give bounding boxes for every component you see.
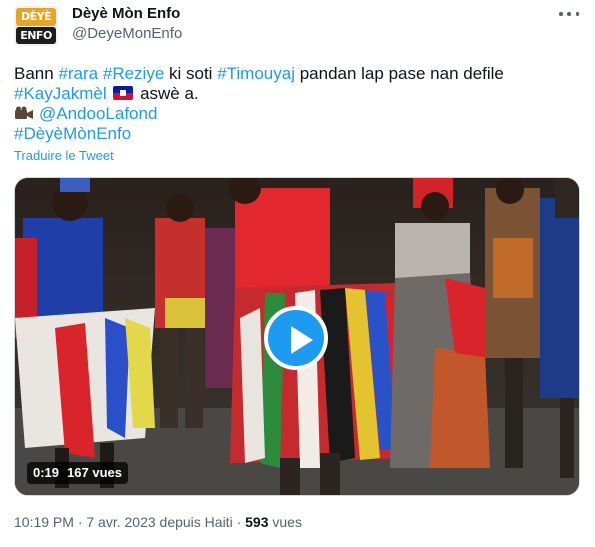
video-player[interactable]: 0:19 167 vues bbox=[14, 177, 580, 496]
more-options-icon[interactable] bbox=[559, 8, 579, 20]
author-display-name[interactable]: Dèyè Mòn Enfo bbox=[72, 5, 180, 22]
avatar[interactable]: DÈYÈ MÒN ENFO bbox=[14, 6, 58, 46]
play-icon bbox=[291, 326, 313, 354]
tweet-timestamp[interactable]: 10:19 PM · 7 avr. 2023 depuis Haiti · bbox=[14, 514, 245, 530]
tweet-views-label: vues bbox=[268, 514, 302, 530]
video-camera-icon bbox=[14, 105, 34, 119]
tweet-text-segment: Bann bbox=[14, 64, 59, 83]
hashtag-rara[interactable]: #rara bbox=[58, 64, 98, 83]
hashtag-kayjakmel[interactable]: #KayJakmèl bbox=[14, 84, 107, 103]
avatar-logo-bottom: ENFO bbox=[16, 27, 56, 44]
hashtag-deyemonenfo[interactable]: #DèyèMònEnfo bbox=[14, 124, 131, 143]
mention-andoolafond[interactable]: @AndooLafond bbox=[39, 104, 157, 123]
video-view-count: 167 vues bbox=[67, 465, 122, 480]
hashtag-timouyaj[interactable]: #Timouyaj bbox=[217, 64, 295, 83]
avatar-logo-top: DÈYÈ MÒN bbox=[16, 8, 56, 41]
tweet-views-count: 593 bbox=[245, 514, 269, 530]
author-handle[interactable]: @DeyeMonEnfo bbox=[72, 25, 182, 42]
haiti-flag-icon bbox=[113, 86, 134, 100]
video-duration: 0:19 bbox=[33, 465, 60, 480]
tweet-text-segment: pandan lap pase nan defile bbox=[294, 64, 504, 83]
video-badges: 0:19 167 vues bbox=[27, 462, 128, 484]
hashtag-reziye[interactable]: #Reziye bbox=[103, 64, 164, 83]
tweet-text-segment: aswè a. bbox=[135, 84, 199, 103]
tweet-text: Bann #rara #Reziye ki soti #Timouyaj pan… bbox=[14, 64, 584, 144]
tweet-meta: 10:19 PM · 7 avr. 2023 depuis Haiti · 59… bbox=[14, 514, 302, 530]
tweet-text-segment: ki soti bbox=[164, 64, 218, 83]
play-button[interactable] bbox=[264, 306, 328, 370]
translate-tweet-link[interactable]: Traduire le Tweet bbox=[14, 148, 114, 163]
